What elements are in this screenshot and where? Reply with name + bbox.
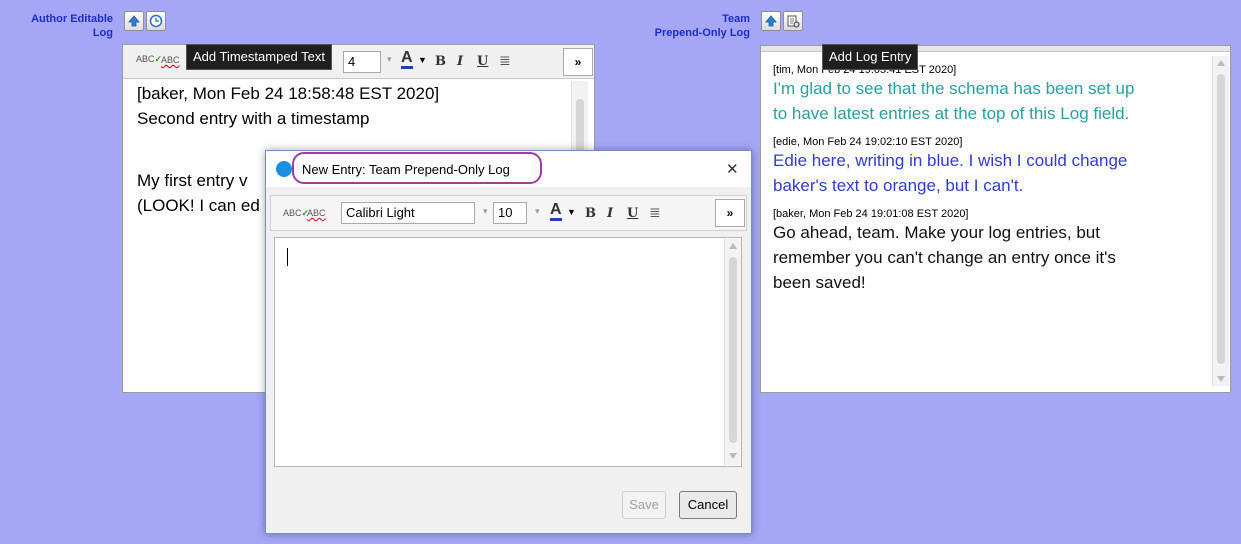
font-color-chevron-icon[interactable]: ▼	[567, 207, 576, 217]
more-button[interactable]: »	[715, 199, 745, 227]
add-log-entry-tooltip: Add Log Entry	[822, 44, 919, 70]
entry-header: [baker, Mon Feb 24 19:01:08 EST 2020]	[773, 208, 969, 220]
dialog-title: New Entry: Team Prepend-Only Log	[302, 162, 510, 177]
close-icon[interactable]: ✕	[726, 160, 739, 178]
scroll-thumb[interactable]	[1217, 74, 1225, 364]
font-color-icon[interactable]: A	[550, 202, 562, 221]
up-arrow-button[interactable]	[124, 11, 144, 31]
italic-icon[interactable]: I	[457, 54, 463, 69]
save-label: Save	[629, 497, 659, 512]
save-button[interactable]: Save	[622, 491, 666, 519]
app-icon	[276, 161, 292, 177]
new-entry-dialog: New Entry: Team Prepend-Only Log ✕ ABC✓ …	[265, 150, 752, 534]
spellcheck-underline-icon[interactable]: ABC	[307, 208, 326, 218]
dialog-titlebar: New Entry: Team Prepend-Only Log ✕	[266, 151, 751, 187]
text-cursor	[287, 248, 288, 266]
bold-icon[interactable]: B	[435, 54, 446, 69]
underline-icon[interactable]: U	[477, 54, 488, 69]
spellcheck-icon[interactable]: ABC✓	[283, 208, 309, 219]
entry-line: to have latest entries at the top of thi…	[773, 104, 1130, 123]
label-line-2: Prepend-Only Log	[654, 27, 750, 39]
scroll-down-arrow-icon[interactable]	[1217, 376, 1225, 382]
label-line-1: Team	[722, 13, 750, 25]
bold-icon[interactable]: B	[585, 206, 596, 221]
cancel-label: Cancel	[687, 497, 729, 512]
right-scrollbar[interactable]	[1212, 56, 1229, 386]
log-entry-icon	[787, 15, 800, 28]
add-timestamped-text-tooltip: Add Timestamped Text	[186, 44, 332, 70]
team-log-text: [tim, Mon Feb 24 19:05:41 EST 2020] I'm …	[773, 64, 1213, 295]
dropdown-chevron-icon[interactable]: ▾	[483, 206, 488, 217]
dropdown-chevron-icon[interactable]: ▾	[535, 206, 540, 217]
underline-icon[interactable]: U	[627, 206, 638, 221]
align-icon[interactable]: ≣	[649, 204, 661, 221]
text-line: Second entry with a timestamp	[137, 109, 370, 128]
add-timestamp-button[interactable]	[146, 11, 166, 31]
font-color-icon[interactable]: A	[401, 50, 413, 69]
cancel-button[interactable]: Cancel	[679, 491, 737, 519]
entry-text-area[interactable]	[274, 237, 742, 467]
up-arrow-icon	[128, 15, 140, 27]
dropdown-chevron-icon[interactable]: ▾	[387, 54, 392, 65]
entry-line: been saved!	[773, 273, 866, 292]
log-entry: [baker, Mon Feb 24 19:01:08 EST 2020] Go…	[773, 208, 1213, 295]
team-log-field: [tim, Mon Feb 24 19:05:41 EST 2020] I'm …	[760, 45, 1231, 393]
text-line: [baker, Mon Feb 24 18:58:48 EST 2020]	[137, 84, 440, 103]
scroll-down-arrow-icon[interactable]	[729, 453, 737, 459]
entry-scrollbar[interactable]	[724, 239, 741, 465]
scroll-up-arrow-icon[interactable]	[1217, 60, 1225, 66]
more-button[interactable]: »	[563, 48, 593, 76]
add-log-entry-button[interactable]	[783, 11, 803, 31]
scroll-thumb[interactable]	[729, 257, 737, 443]
dialog-toolbar: ABC✓ ABC Calibri Light ▾ 10 ▾ A ▼ B I U …	[270, 195, 747, 231]
font-size-select[interactable]: 4	[343, 51, 381, 73]
align-icon[interactable]: ≣	[499, 52, 511, 69]
entry-line: I'm glad to see that the schema has been…	[773, 79, 1135, 98]
font-color-chevron-icon[interactable]: ▼	[418, 55, 427, 65]
italic-icon[interactable]: I	[607, 206, 613, 221]
log-entry: [tim, Mon Feb 24 19:05:41 EST 2020] I'm …	[773, 64, 1213, 126]
team-prepend-only-log-label: Team Prepend-Only Log	[630, 12, 750, 40]
up-arrow-icon	[765, 15, 777, 27]
spellcheck-icon[interactable]: ABC✓	[136, 54, 162, 65]
entry-header: [edie, Mon Feb 24 19:02:10 EST 2020]	[773, 136, 963, 148]
author-editable-log-label: Author Editable Log	[0, 12, 113, 40]
font-name-select[interactable]: Calibri Light	[341, 202, 475, 224]
log-entry: [edie, Mon Feb 24 19:02:10 EST 2020] Edi…	[773, 136, 1213, 198]
font-size-select[interactable]: 10	[493, 202, 527, 224]
entry-line: Edie here, writing in blue. I wish I cou…	[773, 151, 1128, 170]
entry-line: remember you can't change an entry once …	[773, 248, 1116, 267]
spellcheck-underline-icon[interactable]: ABC	[161, 55, 180, 65]
up-arrow-button[interactable]	[761, 11, 781, 31]
clock-icon	[149, 14, 163, 28]
scroll-up-arrow-icon[interactable]	[729, 243, 737, 249]
entry-line: Go ahead, team. Make your log entries, b…	[773, 223, 1100, 242]
entry-line: baker's text to orange, but I can't.	[773, 176, 1024, 195]
label-line-1: Author Editable	[31, 13, 113, 25]
label-line-2: Log	[92, 27, 113, 39]
